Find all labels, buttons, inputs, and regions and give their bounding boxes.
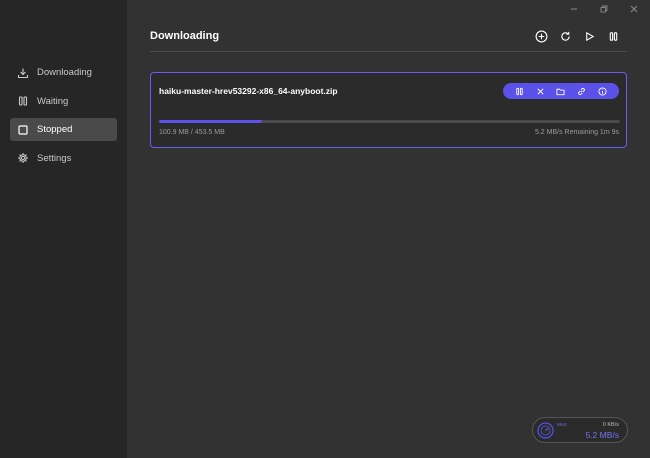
speedometer-icon bbox=[537, 422, 554, 439]
pause-all-icon[interactable] bbox=[605, 28, 621, 44]
toolbar bbox=[533, 28, 621, 44]
minimize-icon[interactable] bbox=[566, 3, 582, 15]
progress-fill bbox=[159, 120, 262, 123]
delete-icon[interactable] bbox=[534, 85, 546, 97]
folder-icon[interactable] bbox=[555, 85, 567, 97]
add-task-icon[interactable] bbox=[533, 28, 549, 44]
task-size: 100.9 MB / 453.5 MB bbox=[159, 129, 225, 136]
task-speed: 5.2 MB/s Remaining 1m 9s bbox=[534, 129, 619, 136]
download-icon bbox=[17, 67, 29, 79]
download-speed: 5.2 MB/s bbox=[585, 430, 619, 440]
task-actions bbox=[503, 83, 619, 99]
header-divider bbox=[150, 51, 627, 52]
sidebar-item-label: Settings bbox=[37, 152, 72, 164]
sidebar-item-label: Downloading bbox=[37, 67, 92, 78]
sidebar-item-label: Stopped bbox=[37, 124, 73, 135]
stop-icon bbox=[17, 124, 29, 136]
sidebar-item-label: Waiting bbox=[37, 95, 69, 107]
upload-speed: 0 KB/s bbox=[602, 422, 619, 428]
play-icon[interactable] bbox=[581, 28, 597, 44]
close-icon[interactable] bbox=[626, 3, 642, 15]
progress-bar bbox=[159, 120, 620, 123]
window-controls bbox=[566, 3, 642, 15]
restore-icon[interactable] bbox=[596, 3, 612, 15]
info-icon[interactable] bbox=[597, 85, 609, 97]
pause-icon bbox=[17, 95, 29, 107]
sidebar-nav: Downloading Waiting Stopped Settings bbox=[10, 61, 117, 175]
main-panel: Downloading haiku-master-hrev53292-x86_6… bbox=[127, 0, 650, 458]
gear-icon bbox=[17, 152, 29, 164]
refresh-icon[interactable] bbox=[557, 28, 573, 44]
sidebar: Downloading Waiting Stopped Settings bbox=[0, 0, 127, 458]
task-name: haiku-master-hrev53292-x86_64-anyboot.zi… bbox=[159, 86, 338, 96]
link-icon[interactable] bbox=[576, 85, 588, 97]
sidebar-item-downloading[interactable]: Downloading bbox=[10, 61, 117, 84]
pause-icon[interactable] bbox=[513, 85, 525, 97]
speedometer-label: MAX bbox=[557, 422, 567, 427]
sidebar-item-stopped[interactable]: Stopped bbox=[10, 118, 117, 141]
task-card[interactable]: haiku-master-hrev53292-x86_64-anyboot.zi… bbox=[150, 72, 627, 148]
speedometer[interactable]: MAX 0 KB/s 5.2 MB/s bbox=[532, 417, 628, 443]
sidebar-item-waiting[interactable]: Waiting bbox=[10, 90, 117, 113]
page-title: Downloading bbox=[150, 30, 220, 42]
sidebar-item-settings[interactable]: Settings bbox=[10, 147, 117, 170]
